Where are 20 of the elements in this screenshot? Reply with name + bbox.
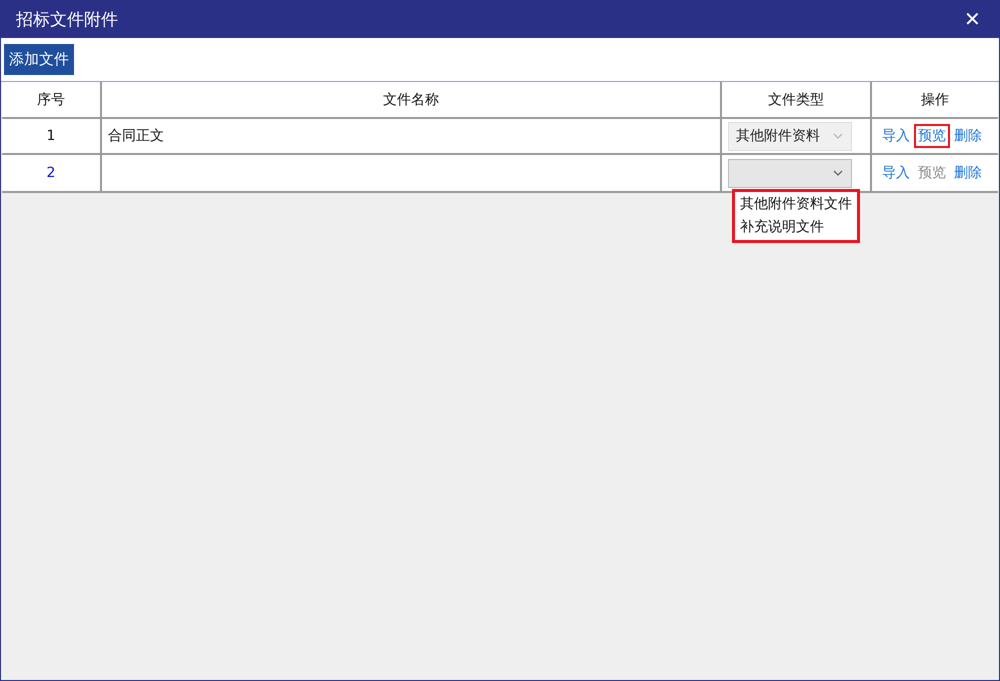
column-header: 文件名称 [102, 82, 722, 119]
action-link[interactable]: 导入 [878, 161, 914, 185]
chevron-down-icon [833, 170, 843, 176]
action-link[interactable]: 删除 [950, 161, 986, 185]
row-number: 1 [46, 128, 56, 144]
dropdown-option[interactable]: 其他附件资料文件 [737, 193, 855, 216]
column-header: 文件类型 [722, 82, 872, 119]
chevron-down-icon [833, 133, 843, 139]
row-number: 2 [46, 165, 56, 181]
add-file-button[interactable]: 添加文件 [4, 44, 74, 75]
action-link[interactable]: 预览 [914, 124, 950, 148]
file-type-select[interactable] [728, 158, 852, 188]
close-button[interactable]: ✕ [960, 7, 985, 32]
column-header: 操作 [872, 82, 998, 119]
column-header: 序号 [2, 82, 102, 119]
file-name: 合同正文 [108, 127, 164, 145]
action-link[interactable]: 导入 [878, 124, 914, 148]
window-title: 招标文件附件 [16, 9, 118, 31]
dropdown-option[interactable]: 补充说明文件 [737, 216, 855, 239]
action-link[interactable]: 删除 [950, 124, 986, 148]
